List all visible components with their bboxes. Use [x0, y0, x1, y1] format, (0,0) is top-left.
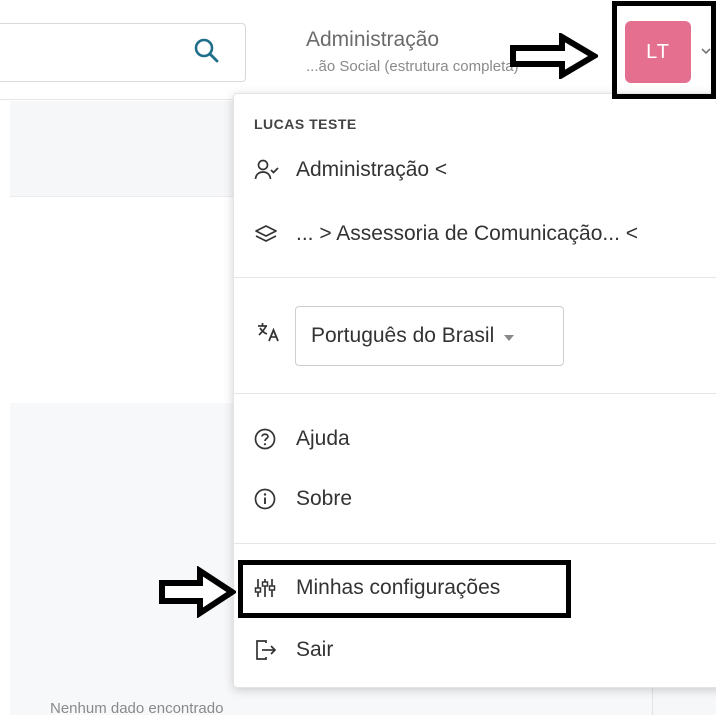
menu-user-name: LUCAS TESTE — [254, 116, 357, 132]
help-circle-icon — [254, 427, 284, 451]
menu-item-logout[interactable]: Sair — [254, 638, 333, 662]
menu-item-about[interactable]: Sobre — [254, 487, 352, 511]
info-circle-icon — [254, 487, 284, 511]
annotation-arrow-right-icon — [159, 566, 236, 618]
translate-icon — [256, 321, 282, 348]
user-check-icon — [254, 158, 284, 182]
layers-icon — [254, 222, 284, 246]
menu-item-logout-label: Sair — [296, 638, 334, 661]
tenant-title[interactable]: Administração — [306, 28, 439, 52]
menu-item-help[interactable]: Ajuda — [254, 427, 350, 451]
annotation-arrow-right-icon — [510, 33, 598, 79]
caret-down-icon — [504, 335, 515, 341]
menu-divider — [233, 277, 716, 278]
menu-item-role-label: Administração < — [296, 158, 448, 181]
menu-divider — [233, 543, 716, 544]
empty-state-text: Nenhum dado encontrado — [50, 700, 224, 715]
menu-item-about-label: Sobre — [296, 487, 353, 510]
menu-divider — [233, 393, 716, 394]
highlight-box-avatar — [612, 1, 716, 99]
menu-item-organization[interactable]: ... > Assessoria de Comunicação... < — [254, 222, 638, 246]
menu-item-role[interactable]: Administração < — [254, 158, 447, 182]
logout-icon — [254, 638, 284, 662]
search-icon[interactable] — [192, 36, 220, 64]
menu-item-organization-label: ... > Assessoria de Comunicação... < — [296, 222, 639, 245]
language-select[interactable]: Português do Brasil — [295, 306, 564, 366]
highlight-box-settings — [238, 560, 571, 618]
language-select-value: Português do Brasil — [311, 324, 495, 347]
menu-item-help-label: Ajuda — [296, 427, 350, 450]
